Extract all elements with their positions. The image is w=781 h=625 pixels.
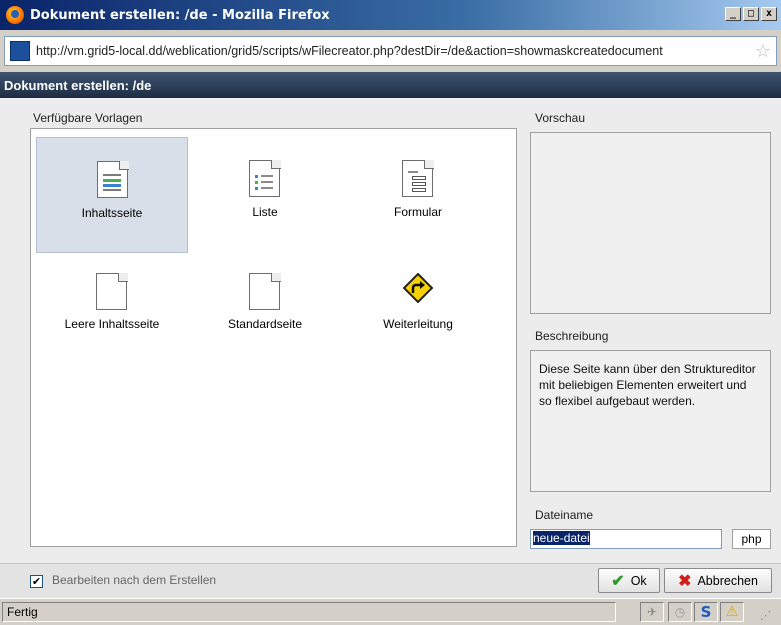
template-standardseite[interactable]: Standardseite [189,265,341,381]
clock-icon[interactable]: ◷ [668,602,692,622]
close-button[interactable]: x [761,7,777,21]
template-label: Liste [252,205,278,219]
browser-statusbar: Fertig ✈ ◷ S ⚠ ⋰ [0,598,781,625]
description-box: Diese Seite kann über den Strukturedit­o… [530,350,771,492]
url-bar[interactable]: http://vm.grid5-local.dd/weblication/gri… [4,36,777,66]
bookmark-star-icon[interactable]: ☆ [750,41,776,62]
network-icon[interactable]: ✈ [640,602,664,622]
resize-grip-icon[interactable]: ⋰ [760,609,774,623]
edit-after-create-label[interactable]: Bearbeiten nach dem Erstellen [52,573,216,587]
checkmark-icon: ✔ [611,572,625,590]
window-title: Dokument erstellen: /de - Mozilla Firefo… [30,7,330,23]
template-label: Standardseite [227,317,303,331]
template-leere-inhaltsseite[interactable]: Leere Inhaltsseite [36,265,188,381]
template-weiterleitung[interactable]: Weiterleitung [342,265,494,381]
template-label: Inhaltsseite [81,206,143,220]
window-controls: _ □ x [725,7,777,21]
templates-panel: Inhaltsseite Liste Formular Leere Inhalt… [30,128,517,547]
file-extension: php [732,529,771,549]
filename-input[interactable]: neue-datei [530,529,722,549]
window-titlebar: Dokument erstellen: /de - Mozilla Firefo… [0,0,781,30]
template-label: Weiterleitung [383,317,453,331]
preview-box [530,132,771,314]
redirect-sign-icon [403,273,433,303]
filename-heading: Dateiname [535,508,594,522]
ok-label: Ok [630,573,647,588]
dialog-title: Dokument erstellen: /de [4,77,152,93]
status-text: Fertig [2,602,616,622]
ok-button[interactable]: ✔ Ok [598,568,660,593]
description-text: Diese Seite kann über den Strukturedit­o… [539,362,756,408]
firefox-logo-icon [6,6,24,24]
site-identity-icon[interactable] [10,41,30,61]
cancel-button[interactable]: ✖ Abbrechen [664,568,772,593]
preview-heading: Vorschau [535,111,586,125]
warning-icon[interactable]: ⚠ [720,602,744,622]
dialog-footer: ✔ Bearbeiten nach dem Erstellen ✔ Ok ✖ A… [0,563,781,598]
cancel-label: Abbrechen [697,573,758,588]
template-label: Formular [393,205,442,219]
cross-icon: ✖ [678,572,692,590]
edit-after-create-checkbox[interactable]: ✔ [30,575,43,588]
s-extension-icon[interactable]: S [694,602,718,622]
minimize-button[interactable]: _ [725,7,741,21]
dialog-header: Dokument erstellen: /de [0,72,781,98]
url-text[interactable]: http://vm.grid5-local.dd/weblication/gri… [36,44,750,58]
dialog-content: Verfügbare Vorlagen Vorschau Inhaltsseit… [0,98,781,563]
template-formular[interactable]: Formular [342,137,494,253]
filename-value[interactable]: neue-datei [533,531,590,545]
description-heading: Beschreibung [535,329,609,343]
template-liste[interactable]: Liste [189,137,341,253]
template-label: Leere Inhaltsseite [64,317,160,331]
templates-heading: Verfügbare Vorlagen [33,111,143,125]
template-inhaltsseite[interactable]: Inhaltsseite [36,137,188,253]
maximize-button[interactable]: □ [743,7,759,21]
